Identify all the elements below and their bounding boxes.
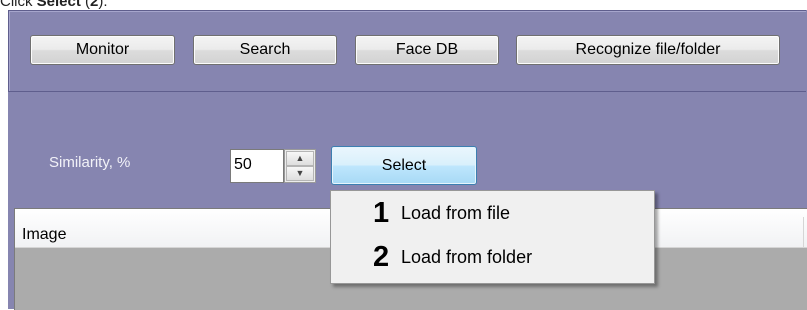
face-db-button-label: Face DB [395, 41, 459, 58]
menu-item-load-from-file[interactable]: 1 Load from file [331, 195, 654, 231]
similarity-value: 50 [234, 156, 252, 173]
select-button[interactable]: Select [331, 146, 477, 185]
spin-down-icon[interactable]: ▼ [286, 166, 314, 181]
monitor-button[interactable]: Monitor [30, 35, 175, 65]
callout-number-1: 1 [373, 197, 390, 229]
menu-item-label: Load from file [401, 203, 511, 223]
search-button-label: Search [239, 41, 291, 58]
menu-item-label: Load from folder [401, 247, 533, 267]
monitor-button-label: Monitor [75, 41, 130, 58]
select-button-label: Select [381, 156, 427, 174]
similarity-spinner[interactable]: ▲ ▼ [284, 149, 316, 183]
spin-up-icon[interactable]: ▲ [286, 151, 314, 166]
search-button[interactable]: Search [193, 35, 337, 65]
similarity-input[interactable]: 50 [230, 149, 284, 183]
menu-item-load-from-folder[interactable]: 2 Load from folder [331, 239, 654, 275]
column-header-image[interactable]: Image [22, 226, 66, 244]
column-divider[interactable] [803, 217, 804, 247]
select-context-menu: 1 Load from file 2 Load from folder [330, 190, 655, 284]
instruction-text: Click Select (2). [0, 0, 300, 10]
similarity-label: Similarity, % [49, 154, 131, 171]
recognize-button-label: Recognize file/folder [575, 41, 721, 58]
face-db-button[interactable]: Face DB [355, 35, 499, 65]
callout-number-2: 2 [373, 241, 390, 273]
recognize-file-folder-button[interactable]: Recognize file/folder [516, 35, 780, 65]
instruction-bold-select: Select [36, 0, 81, 10]
